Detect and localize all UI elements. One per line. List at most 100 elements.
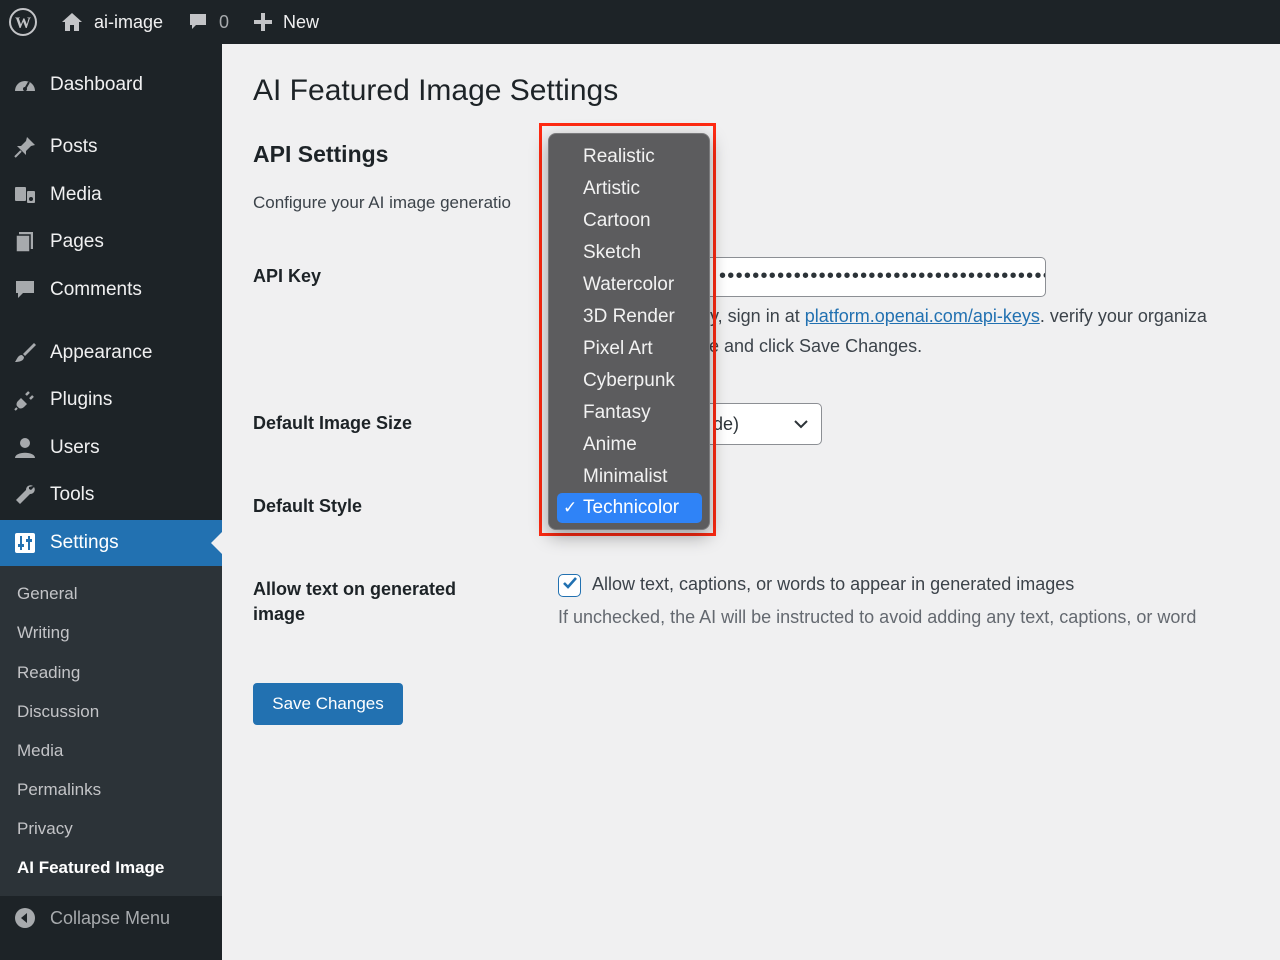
new-content-button[interactable]: New (241, 0, 331, 44)
sidebar-item-label: Settings (50, 532, 119, 553)
allow-text-checkbox-label[interactable]: Allow text, captions, or words to appear… (592, 574, 1074, 595)
sidebar-item-posts[interactable]: Posts (0, 125, 222, 169)
plug-icon (12, 387, 38, 413)
default-style-label: Default Style (253, 496, 363, 516)
check-icon: ✓ (563, 498, 578, 517)
settings-icon (12, 530, 38, 556)
submenu-item-discussion[interactable]: Discussion (17, 702, 99, 722)
api-key-help: ey, sign in at platform.openai.com/api-k… (700, 306, 1207, 327)
style-option-sketch[interactable]: Sketch (557, 238, 702, 268)
submenu-item-reading[interactable]: Reading (17, 663, 80, 683)
comments-link[interactable]: 0 (175, 0, 241, 44)
plus-icon (253, 12, 273, 32)
style-option-anime[interactable]: Anime (557, 430, 702, 460)
sidebar-item-label: Comments (50, 279, 142, 300)
image-size-value: de) (713, 414, 740, 434)
sidebar-item-settings[interactable]: Settings (0, 520, 222, 566)
submenu-item-media[interactable]: Media (17, 741, 63, 761)
style-option-realistic[interactable]: Realistic (557, 142, 702, 172)
media-icon (12, 182, 38, 208)
sidebar-item-appearance[interactable]: Appearance (0, 331, 222, 375)
settings-submenu: General Writing Reading Discussion Media… (0, 566, 222, 896)
sidebar-item-tools[interactable]: Tools (0, 473, 222, 517)
comments-count: 0 (219, 11, 230, 32)
style-option-pixel-art[interactable]: Pixel Art (557, 334, 702, 364)
submenu-item-general[interactable]: General (17, 584, 77, 604)
option-label: Sketch (583, 242, 642, 263)
api-key-value: •••••••••••••••••••••••••••••••••••••••• (719, 265, 1046, 287)
api-keys-link[interactable]: platform.openai.com/api-keys (805, 306, 1040, 326)
option-label: 3D Render (583, 306, 675, 327)
collapse-arrow-icon (12, 905, 38, 931)
comment-bubble-icon (187, 11, 209, 33)
sidebar-item-plugins[interactable]: Plugins (0, 378, 222, 422)
image-size-label: Default Image Size (253, 413, 413, 433)
allow-text-description: If unchecked, the AI will be instructed … (558, 607, 1197, 627)
admin-bar: W ai-image 0 New (0, 0, 1280, 44)
submenu-item-permalinks[interactable]: Permalinks (17, 780, 101, 800)
comment-icon (12, 277, 38, 303)
sidebar-item-media[interactable]: Media (0, 173, 222, 217)
sidebar-item-dashboard[interactable]: Dashboard (0, 63, 222, 107)
sidebar-item-label: Plugins (50, 389, 113, 410)
option-label: Artistic (583, 178, 640, 199)
sidebar-item-label: Media (50, 184, 102, 205)
sidebar-item-label: Users (50, 437, 100, 458)
option-label: Watercolor (583, 274, 675, 295)
sidebar-item-pages[interactable]: Pages (0, 220, 222, 264)
allow-text-label: Allow text on generated image (253, 579, 457, 624)
option-label: Fantasy (583, 402, 651, 423)
style-option-minimalist[interactable]: Minimalist (557, 462, 702, 492)
section-description: Configure your AI image generatio (253, 193, 511, 212)
option-label: Realistic (583, 146, 655, 167)
option-label: Anime (583, 434, 637, 455)
api-key-label: API Key (253, 266, 322, 286)
submenu-item-writing[interactable]: Writing (17, 623, 70, 643)
brush-icon (12, 340, 38, 366)
svg-text:W: W (15, 15, 31, 32)
pages-icon (12, 229, 38, 255)
collapse-menu-button[interactable]: Collapse Menu (0, 896, 222, 940)
sidebar-item-users[interactable]: Users (0, 426, 222, 470)
home-icon (60, 11, 84, 33)
option-label: Minimalist (583, 466, 668, 487)
admin-sidebar: Dashboard Posts Media Pages Comments App… (0, 44, 222, 960)
submenu-item-ai-featured-image[interactable]: AI Featured Image (17, 858, 164, 878)
collapse-menu-label: Collapse Menu (50, 907, 171, 928)
wordpress-logo-button[interactable]: W (0, 0, 48, 44)
sidebar-item-label: Dashboard (50, 74, 143, 95)
style-option-technicolor[interactable]: ✓ Technicolor (557, 493, 702, 523)
chevron-down-icon (793, 417, 809, 436)
dashboard-icon (12, 72, 38, 98)
sidebar-item-label: Pages (50, 231, 104, 252)
api-key-help-suffix: . verify your organiza (1039, 306, 1207, 326)
style-option-cyberpunk[interactable]: Cyberpunk (557, 366, 702, 396)
sidebar-item-comments[interactable]: Comments (0, 268, 222, 312)
active-menu-arrow (211, 532, 222, 554)
option-label: Pixel Art (583, 338, 653, 359)
site-name: ai-image (94, 11, 164, 32)
style-dropdown-menu: Realistic Artistic Cartoon Sketch Waterc… (548, 133, 710, 530)
style-option-fantasy[interactable]: Fantasy (557, 398, 702, 428)
option-label: Cartoon (583, 210, 651, 231)
save-changes-button[interactable]: Save Changes (253, 683, 403, 725)
style-option-watercolor[interactable]: Watercolor (557, 270, 702, 300)
site-name-link[interactable]: ai-image (48, 0, 175, 44)
style-option-artistic[interactable]: Artistic (557, 174, 702, 204)
submenu-item-privacy[interactable]: Privacy (17, 819, 73, 839)
sidebar-item-label: Posts (50, 136, 98, 157)
wrench-icon (12, 482, 38, 508)
user-icon (12, 435, 38, 461)
api-key-help-line2: ve and click Save Changes. (700, 336, 923, 356)
pin-icon (12, 134, 38, 160)
sidebar-item-label: Tools (50, 484, 95, 505)
page-title: AI Featured Image Settings (253, 74, 619, 107)
sidebar-item-label: Appearance (50, 342, 153, 363)
checkmark-icon (561, 574, 579, 597)
style-option-cartoon[interactable]: Cartoon (557, 206, 702, 236)
allow-text-checkbox[interactable] (558, 574, 581, 597)
section-title: API Settings (253, 141, 389, 167)
api-key-input[interactable]: •••••••••••••••••••••••••••••••••••••••• (690, 257, 1046, 297)
style-option-3d-render[interactable]: 3D Render (557, 302, 702, 332)
wordpress-logo-icon: W (8, 7, 38, 37)
